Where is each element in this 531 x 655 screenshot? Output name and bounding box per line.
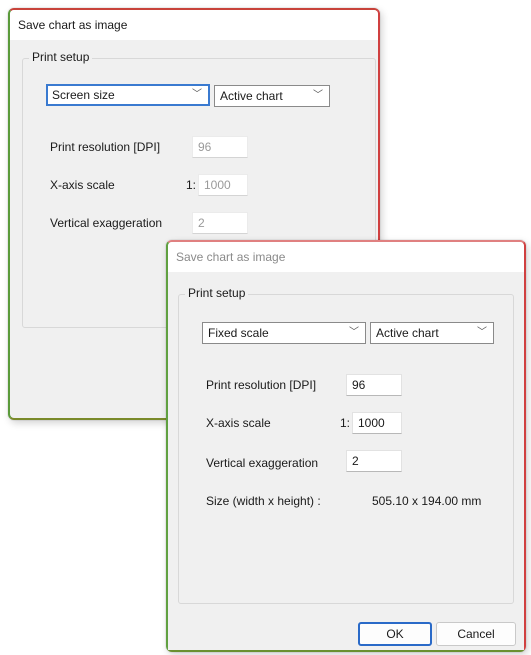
back-chart-combo[interactable]: Active chart ﹀ (214, 85, 330, 107)
front-mode-value: Fixed scale (208, 326, 269, 340)
back-xscale-label: X-axis scale (50, 178, 115, 192)
front-xscale-label: X-axis scale (206, 416, 271, 430)
chevron-down-icon: ﹀ (349, 327, 359, 338)
front-dialog-title: Save chart as image (168, 242, 524, 272)
front-vexag-field[interactable]: 2 (346, 450, 402, 472)
front-xscale-field[interactable]: 1000 (352, 412, 402, 434)
back-chart-value: Active chart (220, 89, 283, 103)
ok-button[interactable]: OK (358, 622, 432, 646)
back-vexag-field: 2 (192, 212, 248, 234)
back-vexag-label: Vertical exaggeration (50, 216, 163, 230)
front-size-label: Size (width x height) : (206, 494, 321, 508)
chevron-down-icon: ﹀ (313, 90, 323, 101)
back-dialog-title: Save chart as image (10, 10, 378, 40)
back-dpi-label: Print resolution [DPI] (50, 140, 161, 154)
front-chart-combo[interactable]: Active chart ﹀ (370, 322, 494, 344)
back-mode-combo[interactable]: Screen size ﹀ (46, 84, 210, 106)
back-group-title: Print setup (29, 50, 93, 64)
front-dpi-field[interactable]: 96 (346, 374, 402, 396)
back-xscale-prefix: 1: (186, 178, 197, 192)
front-save-chart-dialog: Save chart as image Print setup Fixed sc… (166, 240, 526, 652)
back-dpi-field: 96 (192, 136, 248, 158)
back-mode-value: Screen size (52, 88, 115, 102)
front-dpi-label: Print resolution [DPI] (206, 378, 317, 392)
chevron-down-icon: ﹀ (192, 89, 202, 100)
front-vexag-label: Vertical exaggeration (206, 456, 319, 470)
front-size-value: 505.10 x 194.00 mm (372, 494, 482, 508)
cancel-button[interactable]: Cancel (436, 622, 516, 646)
front-group-title: Print setup (185, 286, 249, 300)
chevron-down-icon: ﹀ (477, 327, 487, 338)
front-chart-value: Active chart (376, 326, 439, 340)
back-xscale-field: 1000 (198, 174, 248, 196)
front-xscale-prefix: 1: (340, 416, 351, 430)
front-mode-combo[interactable]: Fixed scale ﹀ (202, 322, 366, 344)
